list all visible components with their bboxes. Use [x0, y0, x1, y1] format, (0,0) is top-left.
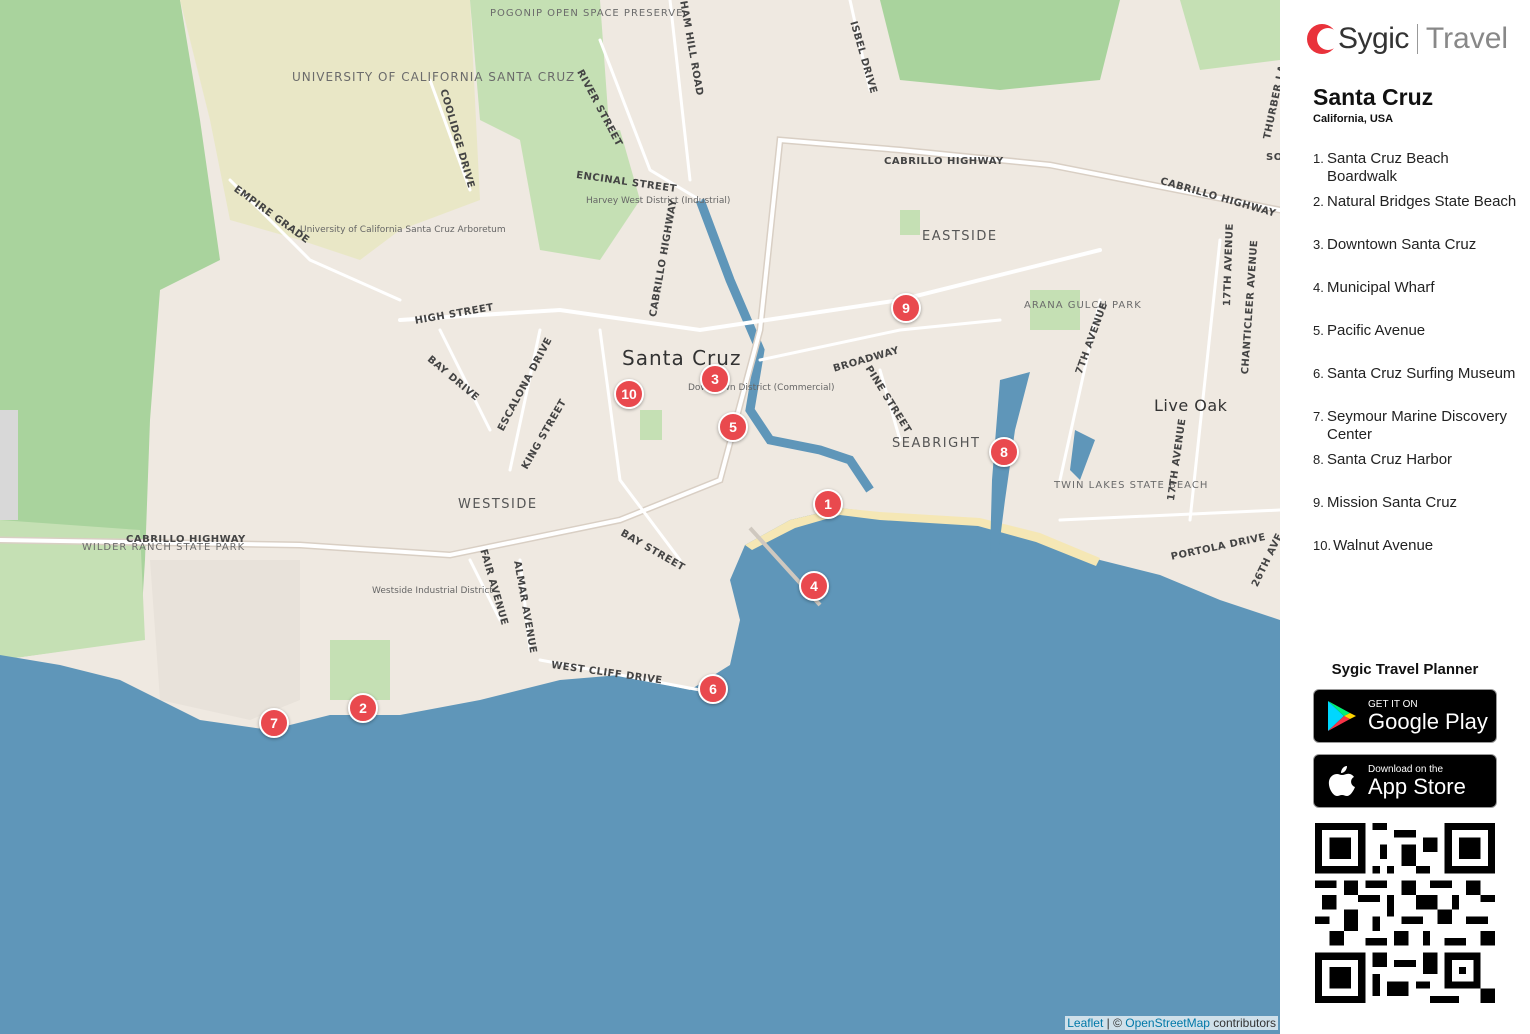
- map-marker-3[interactable]: 3: [700, 364, 730, 394]
- map-marker-9[interactable]: 9: [891, 293, 921, 323]
- qr-code: [1315, 823, 1495, 1003]
- street-cabrillo-west: CABRILLO HIGHWAY: [126, 534, 246, 545]
- list-item[interactable]: 7. Seymour Marine Discovery Center: [1313, 408, 1518, 451]
- app-store-big: App Store: [1368, 773, 1466, 799]
- map-label-westside: WESTSIDE: [458, 497, 538, 512]
- list-item[interactable]: 5. Pacific Avenue: [1313, 322, 1518, 365]
- list-item[interactable]: 8. Santa Cruz Harbor: [1313, 451, 1518, 494]
- app-store-button[interactable]: Download on the App Store: [1313, 754, 1497, 808]
- google-play-small: GET IT ON: [1368, 698, 1418, 710]
- google-play-icon: [1322, 699, 1362, 733]
- sygic-logo-icon: [1307, 24, 1338, 54]
- list-item[interactable]: 9. Mission Santa Cruz: [1313, 494, 1518, 537]
- logo-brand: Sygic: [1338, 22, 1409, 55]
- map-label-eastside: EASTSIDE: [922, 229, 998, 244]
- logo-suffix: Travel: [1425, 22, 1509, 55]
- logo-divider: [1416, 24, 1418, 54]
- street-cabrillo-north: CABRILLO HIGHWAY: [884, 156, 1004, 167]
- osm-link[interactable]: OpenStreetMap: [1125, 1016, 1210, 1030]
- page-title: Santa Cruz: [1313, 84, 1434, 110]
- map-marker-1[interactable]: 1: [813, 489, 843, 519]
- map-label-twin-lakes: TWIN LAKES STATE BEACH: [1054, 480, 1209, 491]
- map-marker-10[interactable]: 10: [614, 379, 644, 409]
- map-label-seabright: SEABRIGHT: [892, 436, 981, 451]
- list-item[interactable]: 6. Santa Cruz Surfing Museum: [1313, 365, 1518, 408]
- list-item[interactable]: 2. Natural Bridges State Beach: [1313, 193, 1518, 236]
- map-attribution: Leaflet | © OpenStreetMap contributors: [1065, 1016, 1278, 1030]
- attribution-sep: | ©: [1103, 1016, 1126, 1030]
- map-marker-8[interactable]: 8: [989, 437, 1019, 467]
- google-play-big: Google Play: [1368, 708, 1488, 734]
- attribution-contrib: contributors: [1209, 1016, 1276, 1030]
- map-label-town: Live Oak: [1154, 396, 1228, 415]
- map-label-arboretum: University of California Santa Cruz Arbo…: [300, 225, 506, 235]
- map-label-university: UNIVERSITY OF CALIFORNIA SANTA CRUZ: [292, 70, 574, 84]
- map-marker-6[interactable]: 6: [698, 674, 728, 704]
- map-marker-7[interactable]: 7: [259, 708, 289, 738]
- street-soquel: SO: [1266, 152, 1280, 163]
- list-item[interactable]: 1. Santa Cruz Beach Boardwalk: [1313, 150, 1518, 193]
- map-marker-4[interactable]: 4: [799, 571, 829, 601]
- map-marker-2[interactable]: 2: [348, 693, 378, 723]
- sygic-logo[interactable]: Sygic Travel: [1306, 22, 1508, 56]
- list-item[interactable]: 3. Downtown Santa Cruz: [1313, 236, 1518, 279]
- google-play-button[interactable]: GET IT ON Google Play: [1313, 689, 1497, 743]
- poi-list: 1. Santa Cruz Beach Boardwalk 2. Natural B…: [1313, 150, 1518, 580]
- leaflet-link[interactable]: Leaflet: [1067, 1016, 1103, 1030]
- map-label-harvey: Harvey West District (Industrial): [586, 196, 731, 206]
- apple-icon: [1322, 764, 1362, 798]
- map-base: [0, 0, 1280, 1034]
- side-panel: Sygic Travel Santa Cruz California, USA …: [1280, 0, 1530, 1034]
- map-label-pogonip: POGONIP OPEN SPACE PRESERVE: [490, 8, 684, 19]
- list-item[interactable]: 4. Municipal Wharf: [1313, 279, 1518, 322]
- page-subtitle: California, USA: [1313, 113, 1394, 125]
- map-label-arana: ARANA GULCH PARK: [1024, 300, 1142, 311]
- map-marker-5[interactable]: 5: [718, 412, 748, 442]
- planner-heading: Sygic Travel Planner: [1331, 661, 1479, 678]
- list-item[interactable]: 10. Walnut Avenue: [1313, 537, 1518, 580]
- map[interactable]: Santa Cruz Live Oak UNIVERSITY OF CALIFO…: [0, 0, 1280, 1034]
- app-store-small: Download on the: [1368, 763, 1444, 775]
- map-label-westside-industrial: Westside Industrial District: [372, 586, 493, 596]
